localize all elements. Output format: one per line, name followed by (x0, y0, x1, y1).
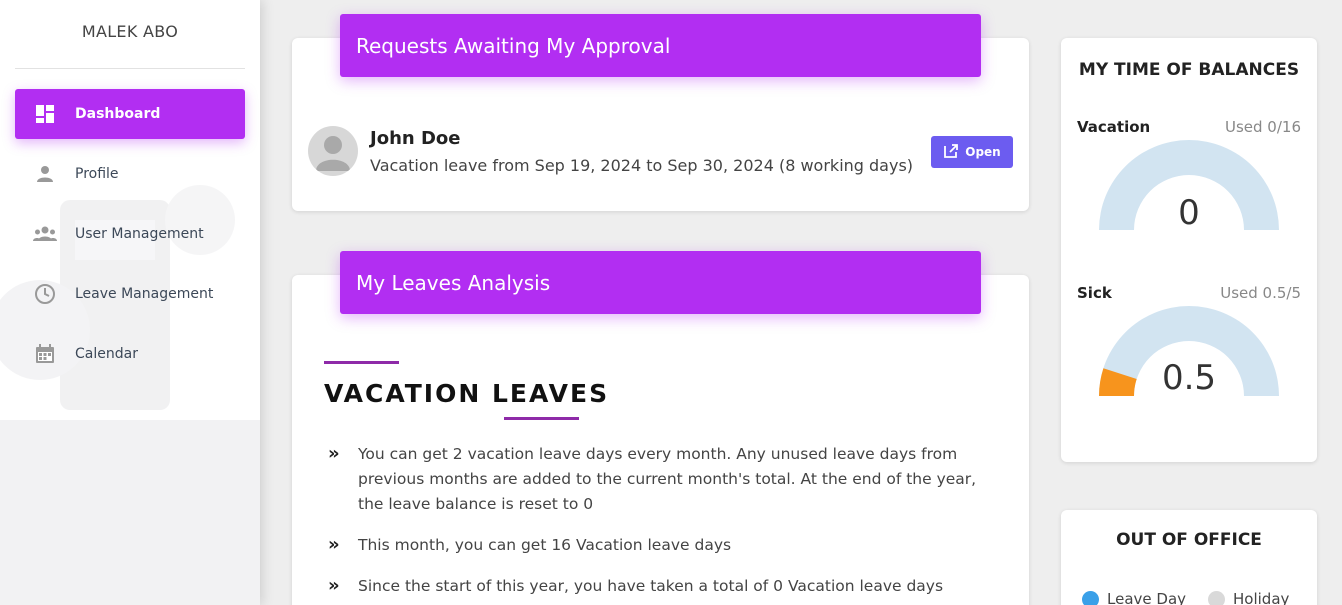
vacation-label: Vacation (1077, 118, 1151, 136)
analysis-header: My Leaves Analysis (340, 251, 981, 314)
section-title: VACATION LEAVES (324, 379, 610, 408)
clock-icon (15, 283, 75, 305)
leave-day-dot (1082, 590, 1099, 605)
open-button-label: Open (965, 145, 1001, 159)
open-button[interactable]: Open (931, 136, 1013, 168)
sidebar-item-label: Calendar (75, 346, 138, 362)
analysis-point: This month, you can get 16 Vacation leav… (358, 536, 732, 554)
title-accent-bottom (504, 417, 579, 420)
sidebar-item-profile[interactable]: Profile (15, 149, 245, 199)
analysis-card: VACATION LEAVES » You can get 2 vacation… (292, 275, 1029, 605)
sick-value: 0.5 (1161, 358, 1217, 398)
sidebar-item-label: Dashboard (75, 106, 161, 122)
requester-name: John Doe (370, 128, 461, 149)
sidebar-item-label: Profile (75, 166, 119, 182)
out-of-office-card: OUT OF OFFICE Leave Day Holiday (1061, 510, 1317, 605)
sidebar: MALEK ABO Dashboard Profile User Managem… (0, 0, 260, 605)
group-icon (15, 225, 75, 243)
balances-card: MY TIME OF BALANCES Vacation Used 0/16 0… (1061, 38, 1317, 462)
chevron-double-right-icon: » (328, 443, 340, 464)
holiday-dot (1208, 590, 1225, 605)
dashboard-icon (15, 104, 75, 124)
sidebar-item-label: User Management (75, 226, 204, 242)
calendar-icon (15, 344, 75, 364)
avatar (308, 126, 358, 176)
sidebar-divider (15, 68, 245, 69)
sidebar-user-name[interactable]: MALEK ABO (0, 22, 260, 41)
analysis-point: You can get 2 vacation leave days every … (358, 445, 977, 513)
sick-used: Used 0.5/5 (1220, 284, 1301, 302)
sidebar-item-user-management[interactable]: User Management (15, 209, 245, 259)
chevron-double-right-icon: » (328, 575, 340, 596)
legend-label: Leave Day (1107, 590, 1187, 605)
person-icon (15, 164, 75, 184)
external-link-icon (943, 143, 959, 162)
legend-label: Holiday (1233, 590, 1290, 605)
balances-title: MY TIME OF BALANCES (1078, 60, 1300, 80)
sidebar-item-calendar[interactable]: Calendar (15, 329, 245, 379)
vacation-value: 0 (1178, 193, 1200, 233)
legend-holiday[interactable]: Holiday (1208, 590, 1289, 605)
approvals-header: Requests Awaiting My Approval (340, 14, 981, 77)
chevron-double-right-icon: » (328, 534, 340, 555)
out-of-office-title: OUT OF OFFICE (1116, 530, 1262, 550)
sick-label: Sick (1077, 284, 1112, 302)
sidebar-item-label: Leave Management (75, 286, 214, 302)
sidebar-item-dashboard[interactable]: Dashboard (15, 89, 245, 139)
sidebar-item-leave-management[interactable]: Leave Management (15, 269, 245, 319)
request-description: Vacation leave from Sep 19, 2024 to Sep … (370, 156, 914, 175)
analysis-point: Since the start of this year, you have t… (358, 577, 944, 595)
legend-leave-day[interactable]: Leave Day (1082, 590, 1186, 605)
vacation-used: Used 0/16 (1225, 118, 1301, 136)
title-accent-top (324, 361, 399, 364)
